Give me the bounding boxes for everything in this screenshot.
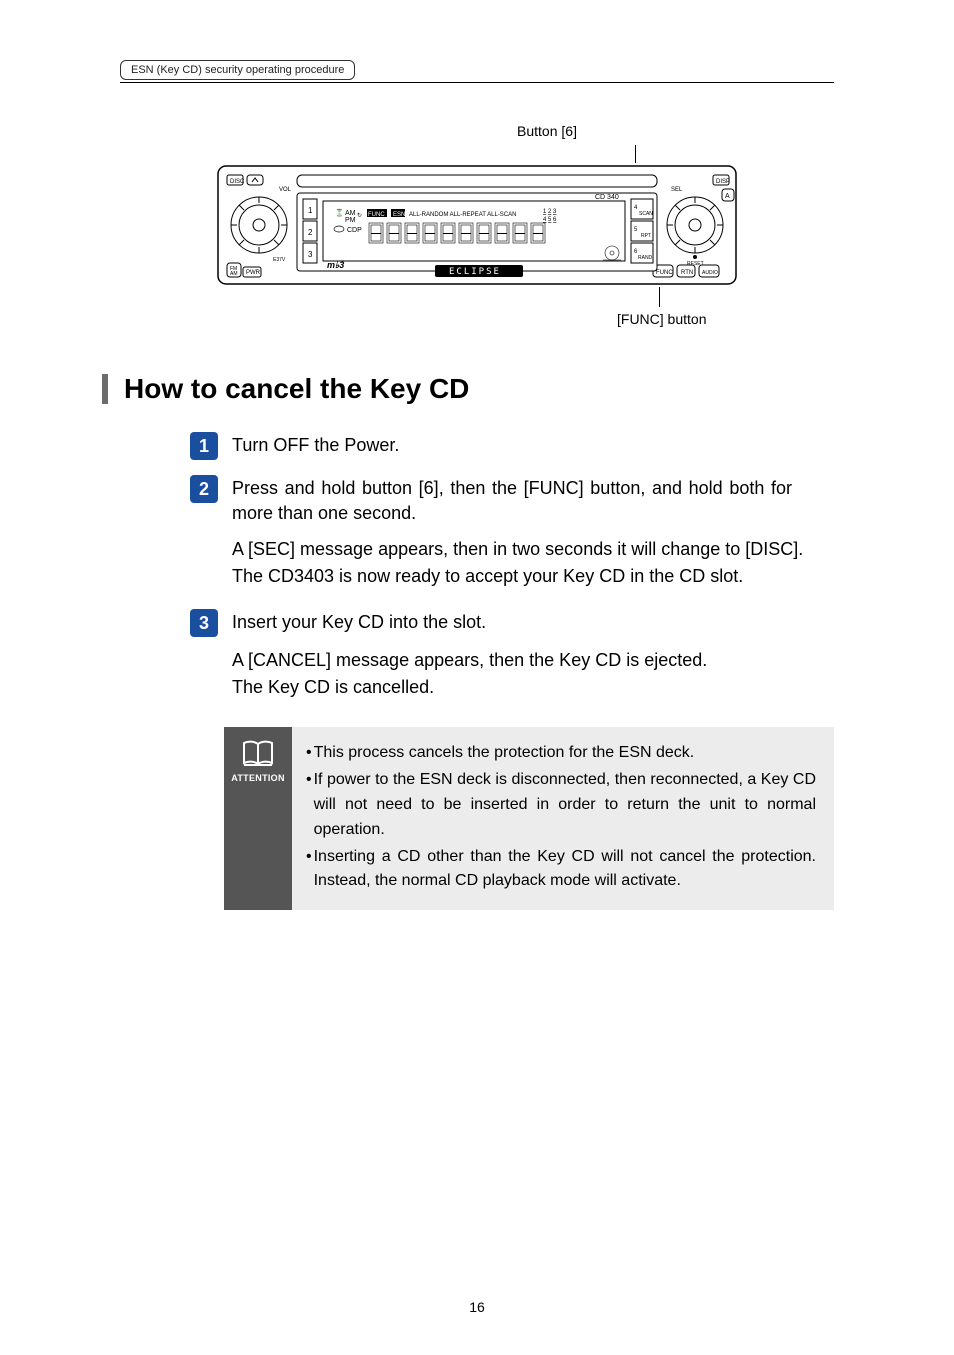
svg-text:4 5 6: 4 5 6: [543, 217, 557, 223]
svg-text:⏳: ⏳: [335, 208, 344, 217]
section-heading-row: How to cancel the Key CD: [102, 373, 834, 405]
step-2-desc: A [SEC] message appears, then in two sec…: [232, 536, 834, 590]
section-title: How to cancel the Key CD: [124, 373, 469, 405]
step-3-title: Insert your Key CD into the slot.: [232, 608, 486, 635]
header-rule: ESN (Key CD) security operating procedur…: [120, 60, 834, 83]
svg-text:RPT: RPT: [641, 233, 651, 239]
step-1-title: Turn OFF the Power.: [232, 431, 399, 458]
attention-badge: ATTENTION: [224, 727, 292, 910]
device-diagram: Button [6] VOL DISC: [217, 123, 737, 327]
svg-text:FUNC: FUNC: [368, 212, 385, 218]
callout-func-button: [FUNC] button: [617, 311, 737, 327]
svg-text:3: 3: [308, 250, 313, 259]
svg-text:CD 340: CD 340: [595, 194, 619, 201]
step-1-row: 1 Turn OFF the Power.: [190, 431, 834, 460]
attention-bullet-2: If power to the ESN deck is disconnected…: [314, 768, 816, 842]
book-icon: [240, 739, 276, 769]
attention-content: •This process cancels the protection for…: [292, 727, 834, 910]
attention-label: ATTENTION: [231, 773, 285, 783]
svg-text:FUNC: FUNC: [656, 270, 673, 276]
svg-text:PM: PM: [345, 217, 356, 224]
step-3-row: 3 Insert your Key CD into the slot.: [190, 608, 834, 637]
svg-text:AM: AM: [345, 210, 356, 217]
step-3-desc: A [CANCEL] message appears, then the Key…: [232, 647, 834, 701]
step-number-3: 3: [190, 609, 218, 637]
svg-text:SEL: SEL: [671, 187, 683, 193]
svg-text:SCAN: SCAN: [639, 211, 653, 217]
callout-button-6: Button [6]: [487, 123, 607, 139]
svg-text:DISP: DISP: [716, 179, 730, 185]
svg-text:AM: AM: [230, 271, 238, 277]
svg-text:ECLIPSE: ECLIPSE: [449, 267, 501, 277]
step-number-1: 1: [190, 432, 218, 460]
svg-text:2: 2: [308, 228, 313, 237]
svg-text:m♭3: m♭3: [327, 260, 344, 270]
svg-text:RAND: RAND: [638, 255, 653, 261]
svg-text:ALL-RANDOM ALL-REPEAT ALL-SCAN: ALL-RANDOM ALL-REPEAT ALL-SCAN: [409, 212, 516, 218]
breadcrumb: ESN (Key CD) security operating procedur…: [120, 60, 355, 80]
callout-line-bottom: [659, 287, 660, 307]
callout-line-top: [635, 145, 636, 163]
svg-text:E37V: E37V: [273, 257, 286, 263]
attention-bullet-3: Inserting a CD other than the Key CD wil…: [314, 845, 816, 895]
svg-text:1 2 3: 1 2 3: [543, 209, 557, 215]
step-2-row: 2 Press and hold button [6], then the [F…: [190, 474, 834, 526]
attention-block: ATTENTION •This process cancels the prot…: [224, 727, 834, 910]
svg-text:ESN: ESN: [393, 212, 405, 218]
svg-text:PWR: PWR: [246, 270, 261, 276]
svg-text:AUDIO: AUDIO: [702, 270, 718, 276]
svg-text:CDP: CDP: [347, 227, 362, 234]
step-number-2: 2: [190, 475, 218, 503]
svg-text:1: 1: [308, 206, 313, 215]
svg-text:DISC: DISC: [230, 179, 245, 185]
page-number: 16: [0, 1299, 954, 1315]
heading-accent-bar: [102, 374, 108, 404]
step-2-title: Press and hold button [6], then the [FUN…: [232, 474, 792, 526]
svg-text:↻: ↻: [357, 212, 362, 219]
car-stereo-illustration: VOL DISC FM AM PWR E37V: [217, 165, 737, 285]
attention-bullet-1: This process cancels the protection for …: [314, 741, 695, 766]
svg-text:VOL: VOL: [279, 187, 292, 193]
svg-text:A: A: [725, 193, 730, 200]
svg-text:RTN: RTN: [681, 270, 693, 276]
